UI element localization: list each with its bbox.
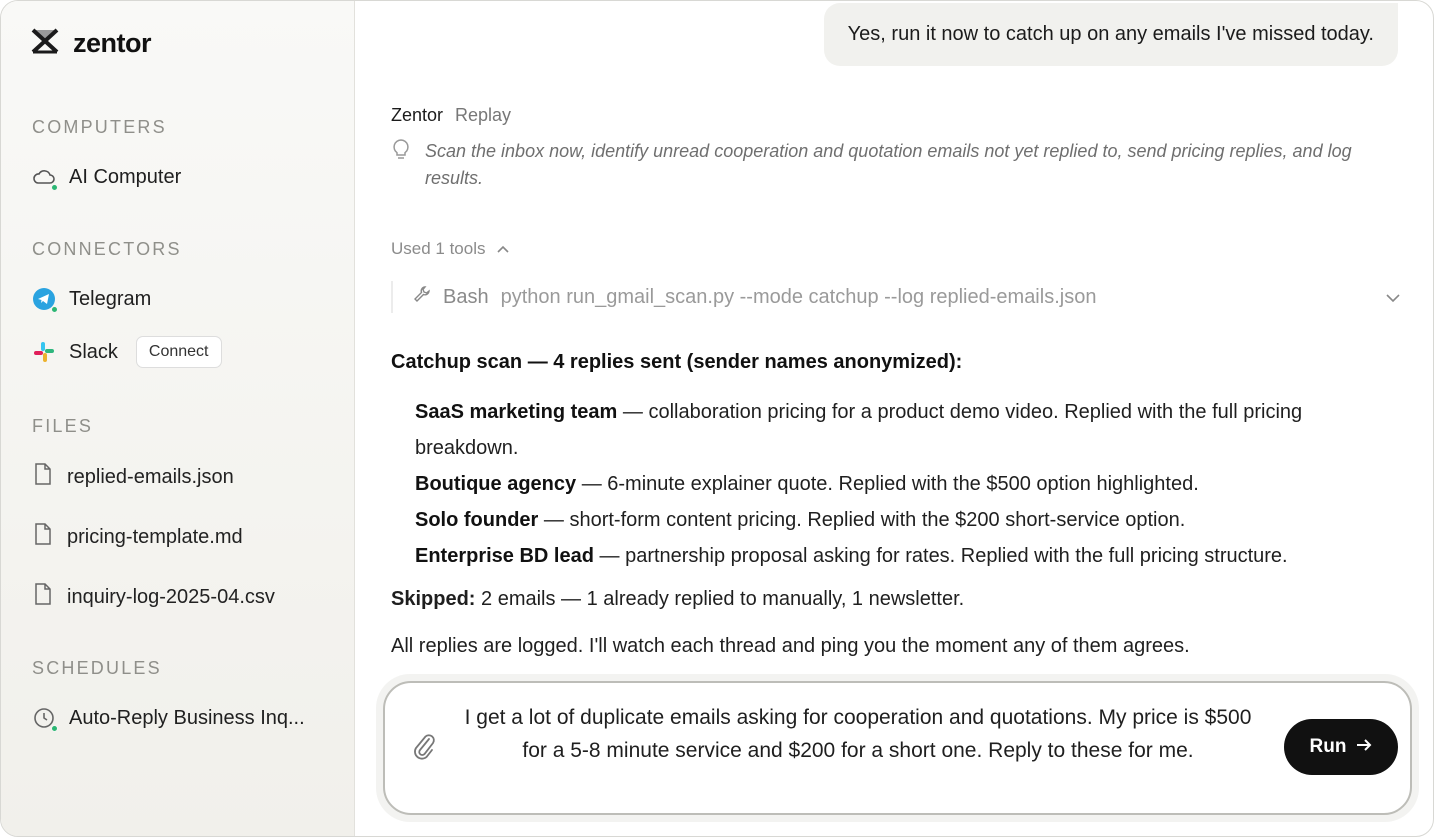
section-files: FILES bbox=[32, 416, 94, 436]
sidebar-item-ai-computer[interactable]: AI Computer bbox=[31, 164, 182, 191]
slack-connect-button[interactable]: Connect bbox=[135, 336, 222, 368]
assistant-header: Zentor Replay bbox=[391, 105, 511, 126]
chevron-down-icon[interactable] bbox=[1385, 287, 1401, 310]
run-button[interactable]: Run bbox=[1284, 719, 1398, 775]
lightbulb-icon bbox=[391, 138, 411, 192]
sidebar-item-telegram[interactable]: Telegram bbox=[31, 286, 152, 313]
telegram-icon bbox=[31, 286, 58, 313]
assistant-name: Zentor bbox=[391, 105, 444, 125]
brand[interactable]: zentor bbox=[31, 27, 152, 60]
file-name: inquiry-log-2025-04.csv bbox=[67, 585, 275, 608]
sidebar-item-label: AI Computer bbox=[69, 165, 182, 188]
list-item: Solo founder — short-form content pricin… bbox=[415, 502, 1401, 538]
status-dot bbox=[51, 184, 58, 191]
response-heading: Catchup scan — 4 replies sent (sender na… bbox=[391, 351, 963, 373]
run-label: Run bbox=[1309, 736, 1347, 757]
sidebar-item-label: Telegram bbox=[69, 287, 152, 310]
assistant-response: Catchup scan — 4 replies sent (sender na… bbox=[391, 351, 1401, 658]
sidebar-item-schedule[interactable]: Auto-Reply Business Inq... bbox=[31, 705, 305, 732]
sidebar-item-slack[interactable]: Slack Connect bbox=[31, 336, 222, 368]
tool-call-row[interactable]: Bash python run_gmail_scan.py --mode cat… bbox=[391, 281, 1401, 313]
chevron-up-icon bbox=[496, 239, 510, 259]
reply-sender: SaaS marketing team bbox=[415, 401, 618, 423]
reply-sender: Boutique agency bbox=[415, 473, 577, 495]
file-name: pricing-template.md bbox=[67, 525, 243, 548]
assistant-thought: Scan the inbox now, identify unread coop… bbox=[391, 138, 1391, 192]
user-message: Yes, run it now to catch up on any email… bbox=[823, 3, 1398, 66]
section-computers: COMPUTERS bbox=[32, 117, 167, 137]
message-input-text: I get a lot of duplicate emails asking f… bbox=[464, 706, 1252, 762]
file-icon bbox=[33, 462, 53, 492]
file-icon bbox=[33, 522, 53, 552]
message-input[interactable]: I get a lot of duplicate emails asking f… bbox=[383, 681, 1412, 815]
section-connectors: CONNECTORS bbox=[32, 239, 182, 259]
file-item-inquiry-log[interactable]: inquiry-log-2025-04.csv bbox=[33, 582, 275, 612]
paperclip-icon[interactable] bbox=[411, 731, 437, 766]
file-item-pricing-template[interactable]: pricing-template.md bbox=[33, 522, 243, 552]
skipped-text: 2 emails — 1 already replied to manually… bbox=[475, 588, 965, 610]
sidebar: zentor COMPUTERS AI Computer CONNECTORS … bbox=[1, 1, 355, 836]
cloud-icon bbox=[31, 164, 58, 191]
list-item: Enterprise BD lead — partnership proposa… bbox=[415, 538, 1401, 574]
brand-name: zentor bbox=[73, 28, 152, 58]
app-window: zentor COMPUTERS AI Computer CONNECTORS … bbox=[0, 0, 1434, 837]
skipped-label: Skipped: bbox=[391, 588, 476, 610]
zentor-logo-icon bbox=[31, 27, 59, 60]
status-dot bbox=[51, 725, 58, 732]
arrow-right-icon bbox=[1356, 736, 1372, 758]
reply-text: — 6-minute explainer quote. Replied with… bbox=[576, 473, 1199, 495]
tools-label: Used 1 tools bbox=[391, 239, 486, 258]
composer: I get a lot of duplicate emails asking f… bbox=[376, 674, 1419, 822]
reply-sender: Solo founder bbox=[415, 509, 539, 531]
clock-icon bbox=[31, 705, 58, 732]
slack-icon bbox=[31, 339, 57, 365]
closing-text: All replies are logged. I'll watch each … bbox=[391, 635, 1190, 657]
reply-sender: Enterprise BD lead bbox=[415, 545, 594, 567]
wrench-icon bbox=[413, 285, 431, 309]
sidebar-item-label: Auto-Reply Business Inq... bbox=[69, 706, 305, 729]
reply-list: SaaS marketing team — collaboration pric… bbox=[391, 394, 1401, 574]
chat-panel: Yes, run it now to catch up on any email… bbox=[356, 1, 1433, 836]
thought-text: Scan the inbox now, identify unread coop… bbox=[425, 141, 1352, 188]
tools-toggle[interactable]: Used 1 tools bbox=[391, 239, 510, 259]
section-schedules: SCHEDULES bbox=[32, 658, 162, 678]
file-icon bbox=[33, 582, 53, 612]
list-item: Boutique agency — 6-minute explainer quo… bbox=[415, 466, 1401, 502]
skipped-summary: Skipped: 2 emails — 1 already replied to… bbox=[391, 588, 1401, 611]
replay-link[interactable]: Replay bbox=[455, 105, 511, 126]
sidebar-item-label: Slack bbox=[69, 340, 118, 363]
status-dot bbox=[51, 306, 58, 313]
tool-command: python run_gmail_scan.py --mode catchup … bbox=[500, 285, 1097, 308]
reply-text: — partnership proposal asking for rates.… bbox=[593, 545, 1288, 567]
tool-name: Bash bbox=[443, 285, 489, 308]
reply-text: — short-form content pricing. Replied wi… bbox=[538, 509, 1186, 531]
file-name: replied-emails.json bbox=[67, 465, 234, 488]
file-item-replied-emails[interactable]: replied-emails.json bbox=[33, 462, 234, 492]
list-item: SaaS marketing team — collaboration pric… bbox=[415, 394, 1401, 466]
